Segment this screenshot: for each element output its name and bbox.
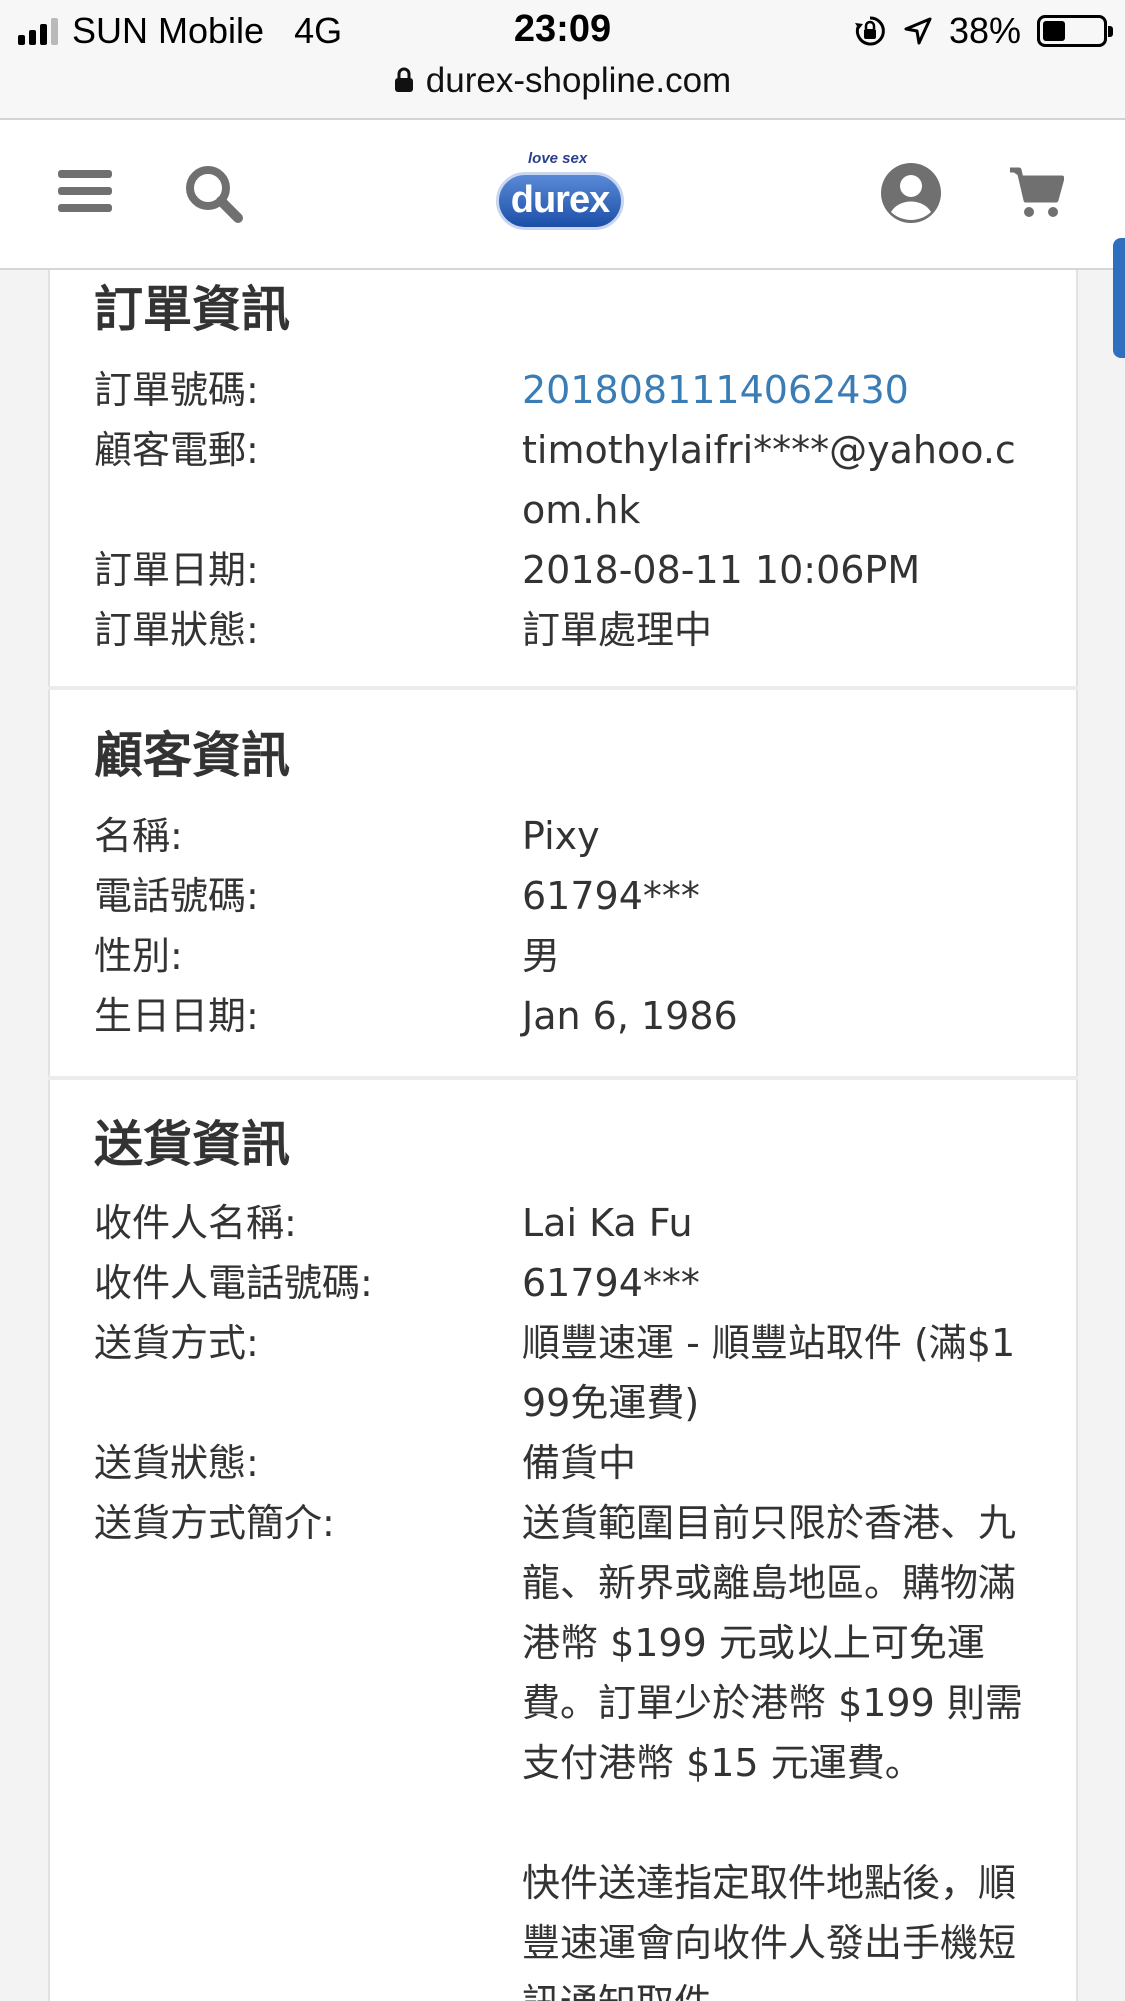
order-number-link[interactable]: 2018081114062430 xyxy=(522,360,1032,420)
recipient-name-label: 收件人名稱: xyxy=(94,1201,297,1245)
address-bar[interactable]: durex-shopline.com xyxy=(0,56,1125,120)
customer-gender-value: 男 xyxy=(522,934,561,978)
account-icon[interactable] xyxy=(880,162,942,224)
menu-icon[interactable] xyxy=(58,168,112,214)
delivery-method-value: 順豐速運 - 順豐站取件 (滿$199免運費) xyxy=(522,1321,1016,1425)
recipient-name-value: Lai Ka Fu xyxy=(522,1201,693,1245)
cart-icon[interactable] xyxy=(1008,166,1064,220)
customer-name-label: 名稱: xyxy=(94,814,183,858)
customer-birthday-label: 生日日期: xyxy=(94,994,259,1038)
customer-email-value: timothylaifri****@yahoo.com.hk xyxy=(522,428,1016,532)
logo-tagline: love sex xyxy=(528,150,588,167)
customer-info-title: 顧客資訊 xyxy=(94,727,291,784)
delivery-method-label: 送貨方式: xyxy=(94,1321,259,1365)
customer-birthday-value: Jan 6, 1986 xyxy=(522,994,738,1038)
delivery-description-continued: 快件送達指定取件地點後，順豐速運會向收件人發出手機短訊通知取件 xyxy=(522,1861,1017,2001)
url-text: durex-shopline.com xyxy=(425,61,732,100)
customer-name-value: Pixy xyxy=(522,814,600,858)
delivery-description-value: 送貨範圍目前只限於香港、九龍、新界或離島地區。購物滿港幣 $199 元或以上可免… xyxy=(522,1501,1023,1785)
customer-phone-value: 61794*** xyxy=(522,874,700,918)
order-date-label: 訂單日期: xyxy=(94,548,259,592)
site-header: love sex durex xyxy=(0,120,1125,270)
order-number-label: 訂單號碼: xyxy=(94,368,259,412)
section-divider xyxy=(48,686,1078,690)
delivery-info-title: 送貨資訊 xyxy=(94,1116,291,1173)
delivery-status-label: 送貨狀態: xyxy=(94,1441,259,1485)
durex-logo[interactable]: love sex durex xyxy=(492,142,632,252)
location-icon xyxy=(904,17,932,45)
search-icon[interactable] xyxy=(184,164,244,224)
order-date-value: 2018-08-11 10:06PM xyxy=(522,548,921,592)
section-divider xyxy=(48,1076,1078,1080)
logo-wordmark: durex xyxy=(496,172,624,230)
battery-percent: 38% xyxy=(948,10,1021,51)
battery-icon xyxy=(1037,15,1113,47)
customer-phone-label: 電話號碼: xyxy=(94,874,259,918)
order-status-value: 訂單處理中 xyxy=(522,608,713,652)
status-bar: SUN Mobile 4G 23:09 38% xyxy=(0,0,1125,62)
side-widget-tab[interactable] xyxy=(1113,238,1125,358)
recipient-phone-label: 收件人電話號碼: xyxy=(94,1261,373,1305)
lock-icon xyxy=(394,67,413,92)
customer-gender-label: 性別: xyxy=(94,934,183,978)
delivery-status-value: 備貨中 xyxy=(522,1441,637,1485)
order-info-title: 訂單資訊 xyxy=(94,281,291,338)
recipient-phone-value: 61794*** xyxy=(522,1261,700,1305)
order-status-label: 訂單狀態: xyxy=(94,608,259,652)
customer-email-label: 顧客電郵: xyxy=(94,428,259,472)
rotation-lock-icon xyxy=(854,16,885,46)
delivery-description-label: 送貨方式簡介: xyxy=(94,1501,335,1545)
